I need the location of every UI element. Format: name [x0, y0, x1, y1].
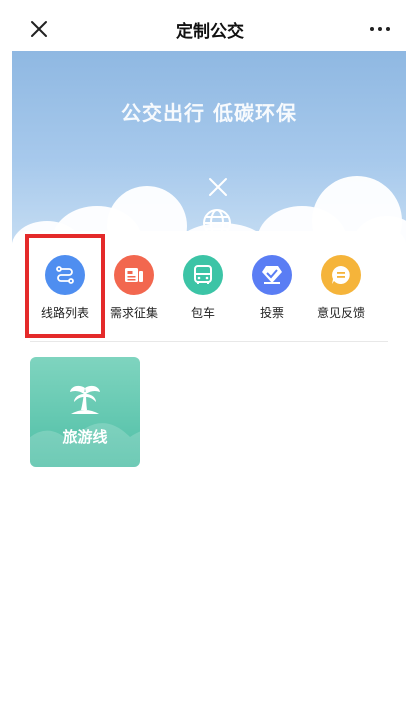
menu-label: 意见反馈	[316, 306, 365, 320]
page-title: 定制公交	[176, 22, 244, 42]
bus-icon	[183, 255, 223, 295]
menu-label: 投票	[259, 306, 284, 320]
menu-item-charter-bus[interactable]: 包车	[169, 247, 237, 323]
feedback-icon	[321, 255, 361, 295]
more-icon[interactable]	[368, 20, 392, 38]
cross-icon	[209, 178, 227, 196]
banner-slogan: 公交出行 低碳环保	[121, 101, 297, 125]
menu-label: 包车	[190, 306, 215, 320]
divider	[30, 341, 388, 342]
top-bar: 定制公交	[0, 0, 420, 56]
vote-icon	[252, 255, 292, 295]
menu-label: 需求征集	[109, 306, 158, 320]
menu-item-vote[interactable]: 投票	[238, 247, 306, 323]
function-menu: 线路列表 需求征集 包车 投票 意见反馈	[12, 247, 406, 323]
card-label: 旅游线	[62, 428, 108, 446]
menu-item-demand-collection[interactable]: 需求征集	[100, 247, 168, 323]
menu-item-feedback[interactable]: 意见反馈	[307, 247, 375, 323]
newspaper-icon	[114, 255, 154, 295]
route-icon	[45, 255, 85, 295]
content-panel: 线路列表 需求征集 包车 投票 意见反馈	[12, 231, 406, 719]
menu-label: 线路列表	[40, 306, 89, 320]
menu-item-route-list[interactable]: 线路列表	[31, 247, 99, 323]
card-tourism-line[interactable]: 旅游线	[30, 357, 140, 467]
palm-tree-icon	[70, 385, 100, 414]
banner[interactable]: 公交出行 低碳环保	[12, 51, 406, 251]
